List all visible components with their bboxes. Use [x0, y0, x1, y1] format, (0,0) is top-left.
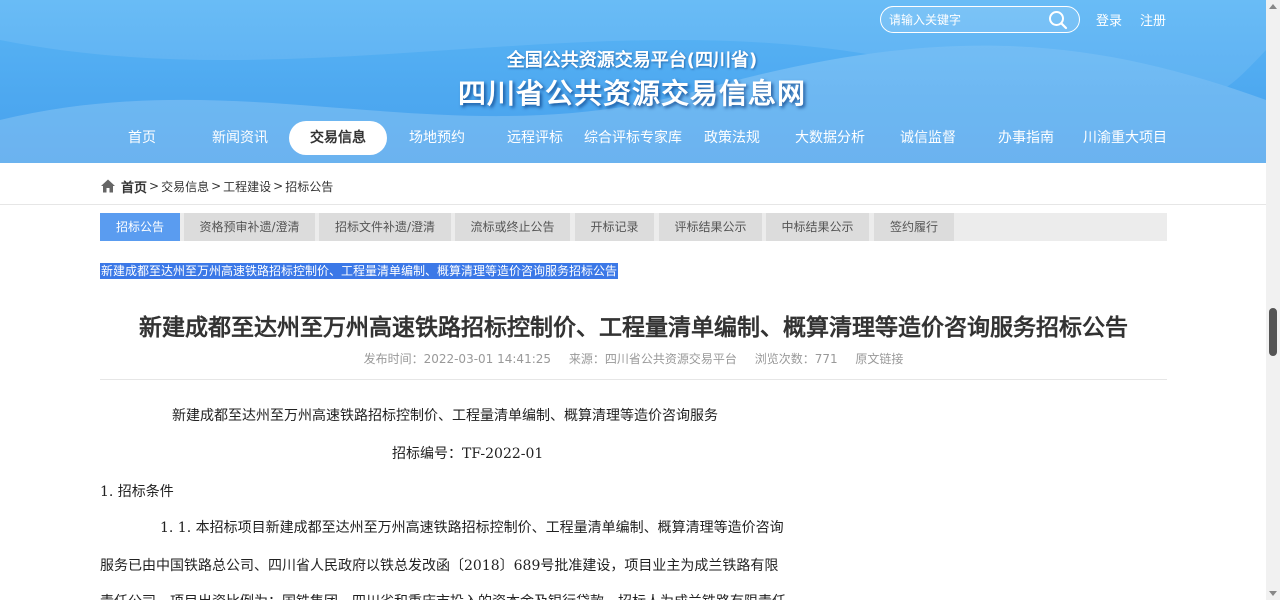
tab-opening-record[interactable]: 开标记录	[575, 213, 654, 241]
nav-item-big-data[interactable]: 大数据分析	[784, 121, 876, 155]
page-scrollbar[interactable]	[1266, 0, 1280, 600]
nav-item-guide[interactable]: 办事指南	[982, 121, 1070, 155]
breadcrumb: 首页 > 交易信息 > 工程建设 > 招标公告	[100, 176, 333, 196]
breadcrumb-engineering[interactable]: 工程建设	[223, 178, 271, 195]
source: 来源：四川省公共资源交易平台	[568, 352, 737, 366]
site-subtitle: 全国公共资源交易平台(四川省)	[0, 46, 1266, 72]
breadcrumb-separator: >	[211, 179, 222, 193]
search-box	[880, 6, 1080, 33]
breadcrumb-trading-info[interactable]: 交易信息	[161, 178, 209, 195]
original-link[interactable]: 原文链接	[855, 352, 903, 366]
nav-item-remote-evaluation[interactable]: 远程评标	[491, 121, 579, 155]
category-tabs: 招标公告 资格预审补遗/澄清 招标文件补遗/澄清 流标或终止公告 开标记录 评标…	[100, 213, 1167, 241]
tab-contract-performance[interactable]: 签约履行	[874, 213, 954, 241]
article-meta: 发布时间：2022-03-01 14:41:25 来源：四川省公共资源交易平台 …	[100, 350, 1167, 367]
breadcrumb-current[interactable]: 招标公告	[285, 178, 333, 195]
site-header: 登录 注册 全国公共资源交易平台(四川省) 四川省公共资源交易信息网 首页 新闻…	[0, 0, 1266, 163]
nav-item-expert-library[interactable]: 综合评标专家库	[583, 121, 683, 155]
register-link[interactable]: 注册	[1140, 10, 1166, 29]
article-line: 责任公司，项目出资比例为：国铁集团、四川省和重庆市投入的资本金及银行贷款，招标人…	[100, 591, 786, 600]
nav-item-news[interactable]: 新闻资讯	[196, 121, 284, 155]
nav-item-policies[interactable]: 政策法规	[688, 121, 776, 155]
view-count: 浏览次数：771	[754, 352, 838, 366]
search-icon[interactable]	[1047, 9, 1069, 31]
nav-item-home[interactable]: 首页	[102, 121, 182, 155]
tab-prequalification-addendum[interactable]: 资格预审补遗/澄清	[184, 213, 315, 241]
site-title-text: 四川省公共资源交易信息网	[457, 77, 806, 110]
nav-item-chengdu-chongqing-projects[interactable]: 川渝重大项目	[1080, 121, 1170, 155]
scroll-up-arrow-icon[interactable]	[1269, 4, 1277, 9]
scroll-down-arrow-icon[interactable]	[1269, 591, 1277, 596]
scroll-thumb[interactable]	[1269, 308, 1277, 356]
breadcrumb-home[interactable]: 首页	[121, 177, 147, 196]
article-title: 新建成都至达州至万州高速铁路招标控制价、工程量清单编制、概算清理等造价咨询服务招…	[139, 315, 1128, 341]
article-line: 1. 1. 本招标项目新建成都至达州至万州高速铁路招标控制价、工程量清单编制、概…	[160, 520, 784, 536]
selected-announcement-link[interactable]: 新建成都至达州至万州高速铁路招标控制价、工程量清单编制、概算清理等造价咨询服务招…	[100, 263, 619, 279]
tab-bid-document-addendum[interactable]: 招标文件补遗/澄清	[319, 213, 451, 241]
tab-award-result[interactable]: 中标结果公示	[766, 213, 869, 241]
site-subtitle-text: 全国公共资源交易平台(四川省)	[506, 50, 758, 71]
nav-item-trading-info[interactable]: 交易信息	[289, 121, 387, 155]
article-line: 1. 招标条件	[100, 484, 174, 500]
login-link[interactable]: 登录	[1096, 10, 1122, 29]
tab-failed-or-terminated[interactable]: 流标或终止公告	[455, 213, 570, 241]
tab-bid-announcement[interactable]: 招标公告	[100, 213, 180, 241]
article-line: 服务已由中国铁路总公司、四川省人民政府以铁总发改函〔2018〕689号批准建设，…	[100, 558, 779, 574]
search-input[interactable]	[889, 10, 1039, 30]
home-icon	[101, 179, 115, 193]
divider	[100, 379, 1167, 380]
nav-item-venue-booking[interactable]: 场地预约	[394, 121, 480, 155]
nav-item-credit-supervision[interactable]: 诚信监督	[884, 121, 972, 155]
breadcrumb-separator: >	[149, 179, 160, 193]
article-line: 新建成都至达州至万州高速铁路招标控制价、工程量清单编制、概算清理等造价咨询服务	[172, 408, 718, 424]
site-title[interactable]: 四川省公共资源交易信息网	[0, 72, 1266, 112]
breadcrumb-separator: >	[273, 179, 284, 193]
publish-time: 发布时间：2022-03-01 14:41:25	[363, 352, 552, 366]
tab-evaluation-result[interactable]: 评标结果公示	[659, 213, 762, 241]
divider	[0, 204, 1266, 205]
article-line: 招标编号：TF-2022-01	[392, 446, 544, 462]
main-nav: 首页 新闻资讯 交易信息 场地预约 远程评标 综合评标专家库 政策法规 大数据分…	[0, 121, 1266, 157]
